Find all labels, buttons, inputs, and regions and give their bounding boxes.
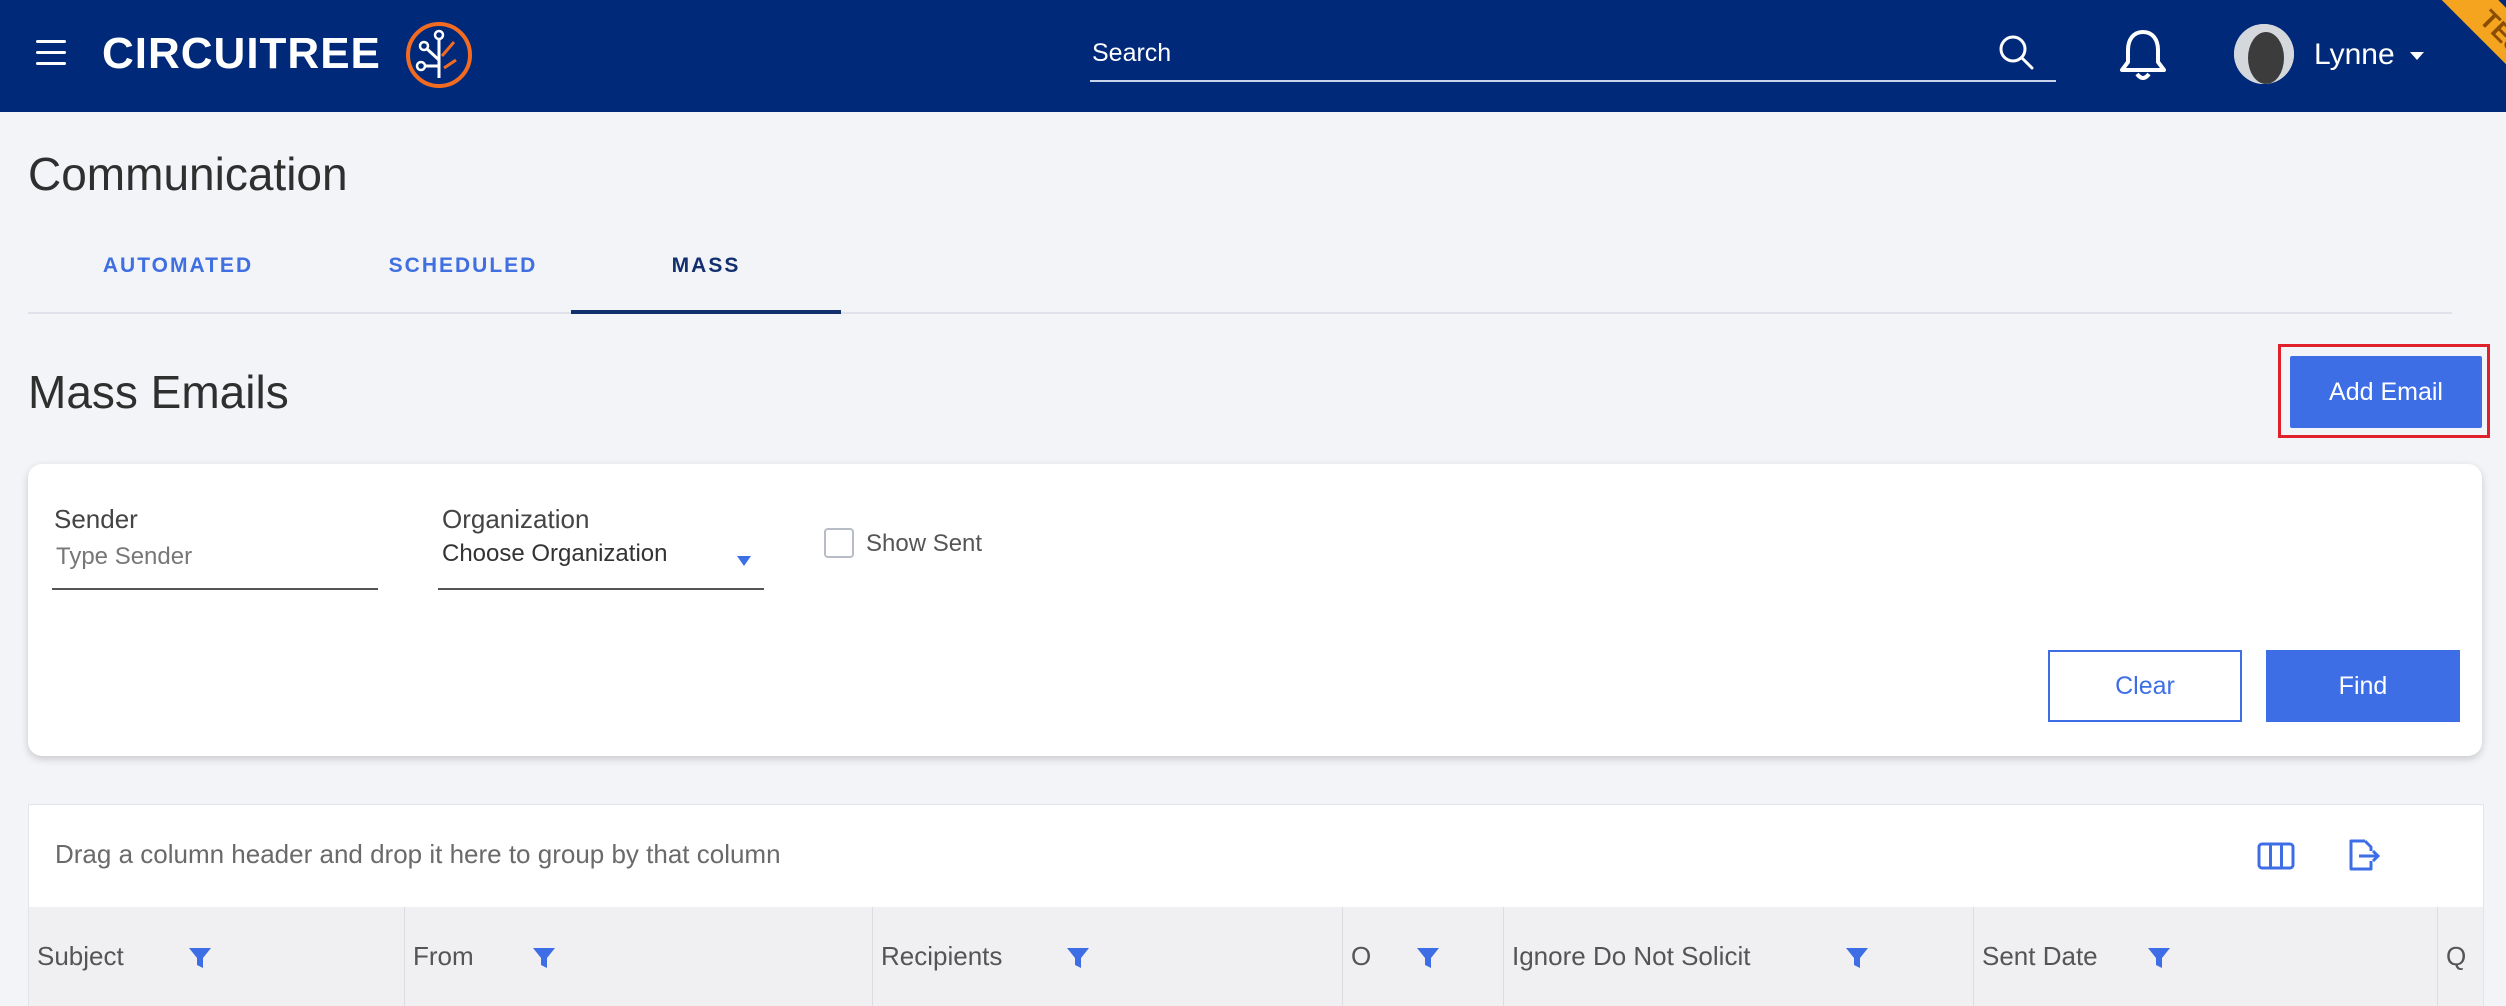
column-header-subject[interactable]: Subject <box>29 907 405 1006</box>
filter-icon[interactable] <box>1844 945 1870 971</box>
tab-mass[interactable]: MASS <box>571 232 841 314</box>
group-by-hint: Drag a column header and drop it here to… <box>55 839 781 869</box>
organization-select[interactable]: Choose Organization <box>442 540 667 568</box>
user-avatar[interactable] <box>2234 24 2294 84</box>
user-name[interactable]: Lynne <box>2314 32 2395 78</box>
menu-icon[interactable] <box>36 40 66 66</box>
column-label: O <box>1351 941 1372 971</box>
organization-underline <box>438 588 764 590</box>
column-label: From <box>413 941 474 971</box>
column-chooser-icon[interactable] <box>2257 841 2295 871</box>
column-header-ignore-do-not-solicit[interactable]: Ignore Do Not Solicit <box>1504 907 1974 1006</box>
filter-icon[interactable] <box>187 945 213 971</box>
find-button[interactable]: Find <box>2266 650 2460 722</box>
section-title: Mass Emails <box>28 366 289 418</box>
filter-icon[interactable] <box>1065 945 1091 971</box>
column-header-recipients[interactable]: Recipients <box>873 907 1343 1006</box>
environment-badge: TEST <box>2430 0 2506 112</box>
add-email-button[interactable]: Add Email <box>2290 356 2482 428</box>
communication-tabs: AUTOMATED SCHEDULED MASS <box>28 232 2452 314</box>
tab-automated[interactable]: AUTOMATED <box>58 232 298 310</box>
app-logo-text[interactable]: CIRCUITREE <box>102 24 381 84</box>
filter-icon[interactable] <box>1415 945 1441 971</box>
search-input[interactable] <box>1090 32 1974 74</box>
page-title: Communication <box>28 148 348 200</box>
column-header-sent-date[interactable]: Sent Date <box>1974 907 2438 1006</box>
dropdown-arrow-icon[interactable] <box>737 556 751 566</box>
notifications-bell-icon[interactable] <box>2116 26 2170 82</box>
column-header-q[interactable]: Q <box>2438 907 2483 1006</box>
sender-label: Sender <box>54 504 138 534</box>
column-label: Ignore Do Not Solicit <box>1512 941 1751 971</box>
filter-icon[interactable] <box>531 945 557 971</box>
filter-panel: Sender Organization Choose Organization … <box>28 464 2482 756</box>
show-sent-checkbox[interactable] <box>824 528 854 558</box>
column-label: Subject <box>37 941 124 971</box>
avatar-silhouette-icon <box>2234 24 2294 84</box>
organization-label: Organization <box>442 504 590 534</box>
show-sent-label[interactable]: Show Sent <box>866 530 982 558</box>
export-icon[interactable] <box>2345 837 2381 873</box>
column-label: Recipients <box>881 941 1003 971</box>
column-header-o[interactable]: O <box>1343 907 1504 1006</box>
column-label: Sent Date <box>1982 941 2098 971</box>
search-icon[interactable] <box>1996 32 2036 72</box>
clear-button[interactable]: Clear <box>2048 650 2242 722</box>
chevron-down-icon[interactable] <box>2410 52 2424 60</box>
mass-emails-grid: Drag a column header and drop it here to… <box>28 804 2484 1006</box>
sender-underline <box>52 588 378 590</box>
column-label: Q <box>2446 941 2467 971</box>
sender-input[interactable] <box>54 538 378 576</box>
group-by-panel[interactable]: Drag a column header and drop it here to… <box>29 805 2483 908</box>
column-header-from[interactable]: From <box>405 907 873 1006</box>
global-search <box>1090 28 2056 82</box>
filter-icon[interactable] <box>2146 945 2172 971</box>
top-navbar: CIRCUITREE Lynne TEST <box>0 0 2506 112</box>
tab-scheduled[interactable]: SCHEDULED <box>328 232 598 310</box>
circuit-tree-logo-icon <box>406 22 472 88</box>
grid-header-row: Subject From Recipients O Ignore Do Not … <box>29 907 2483 1006</box>
